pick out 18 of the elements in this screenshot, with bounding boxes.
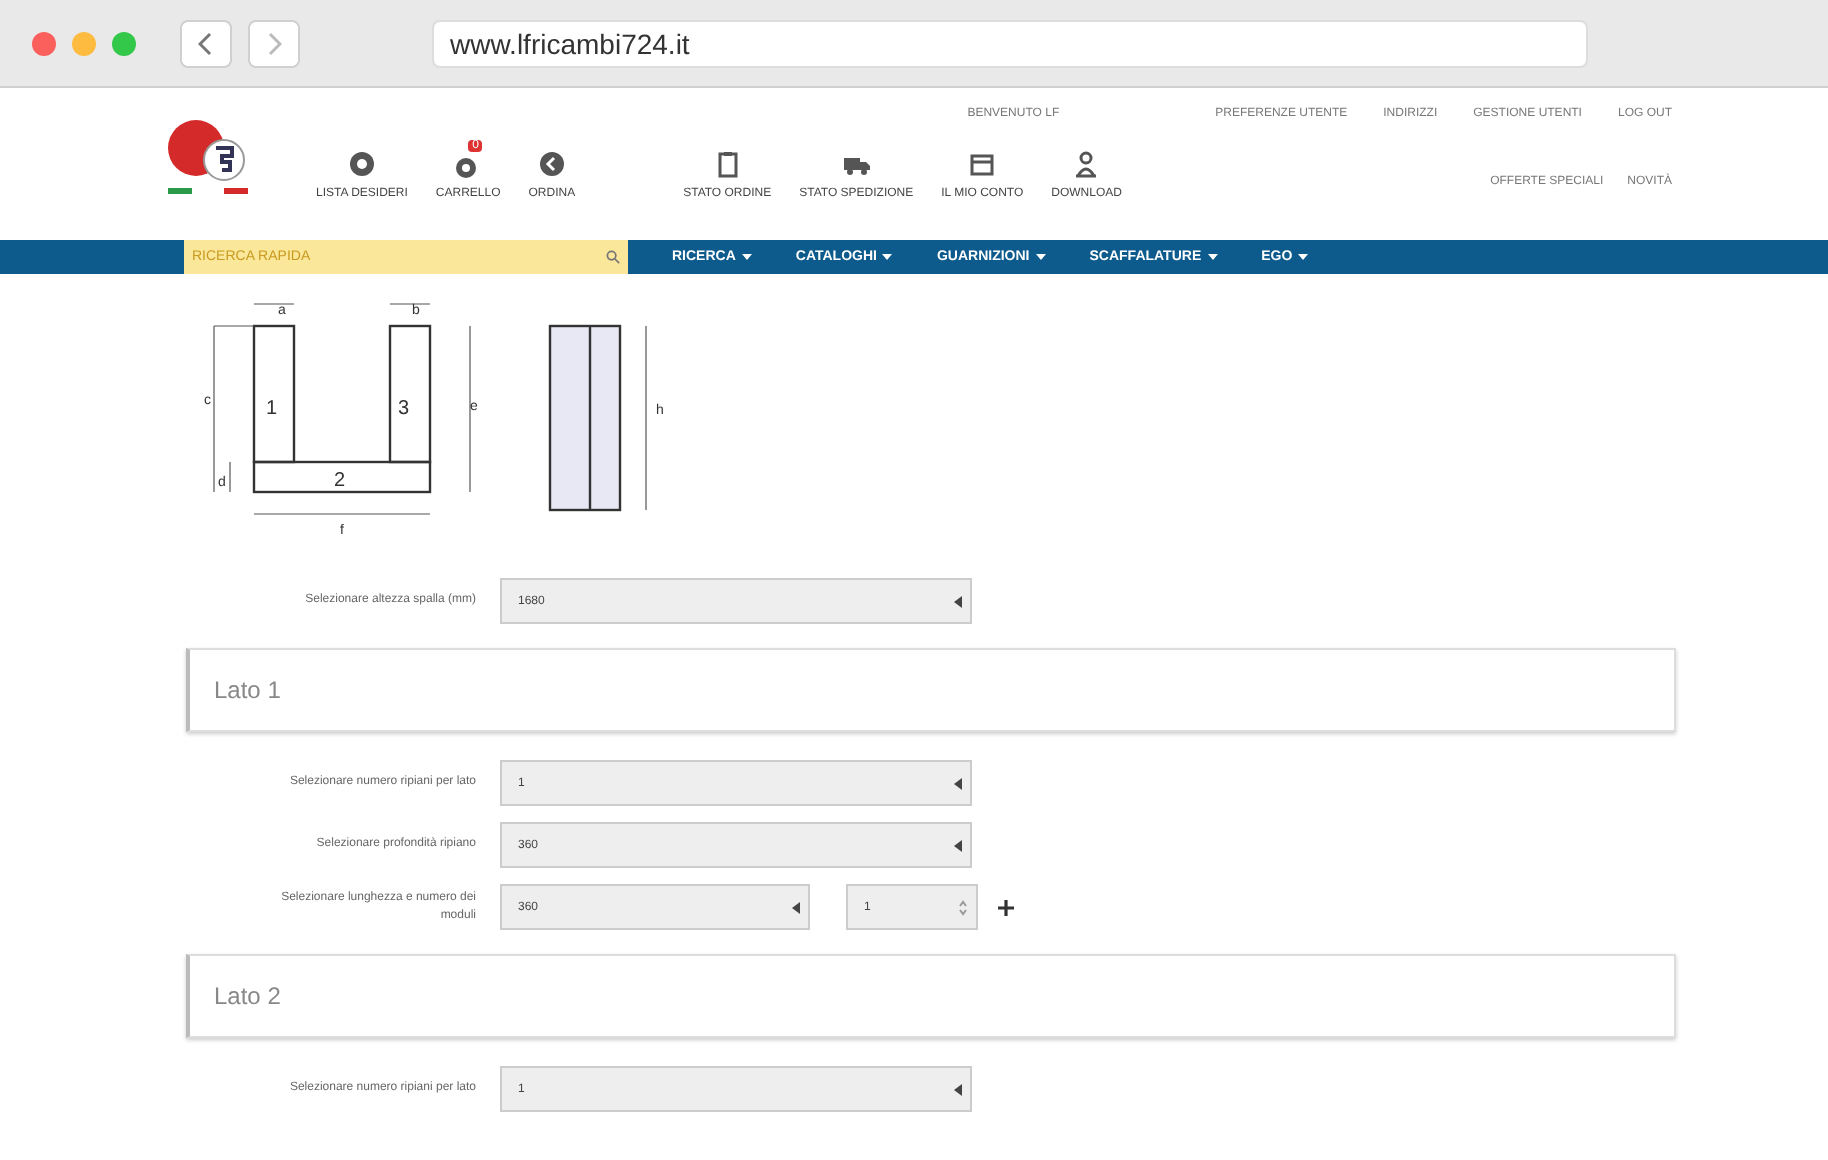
minimize-button[interactable] [72,31,96,55]
caret-icon [882,253,893,261]
stepper-icon [958,895,968,919]
caret-icon [1035,253,1046,261]
back-button[interactable] [180,19,232,67]
maximize-button[interactable] [112,31,136,55]
caret-icon [1298,253,1309,261]
search-icon[interactable] [606,250,620,264]
forward-button[interactable] [248,19,300,67]
chevron-right-icon [266,31,282,55]
plus-icon[interactable] [998,899,1014,915]
caret-icon [741,253,752,261]
address-bar[interactable]: www.lfricambi724.it [432,19,1588,67]
section-title: Lato 1 [214,676,281,704]
section-title: Lato 2 [214,982,281,1010]
close-button[interactable] [32,31,56,55]
chevron-left-icon [198,31,214,55]
caret-icon [1207,253,1218,261]
